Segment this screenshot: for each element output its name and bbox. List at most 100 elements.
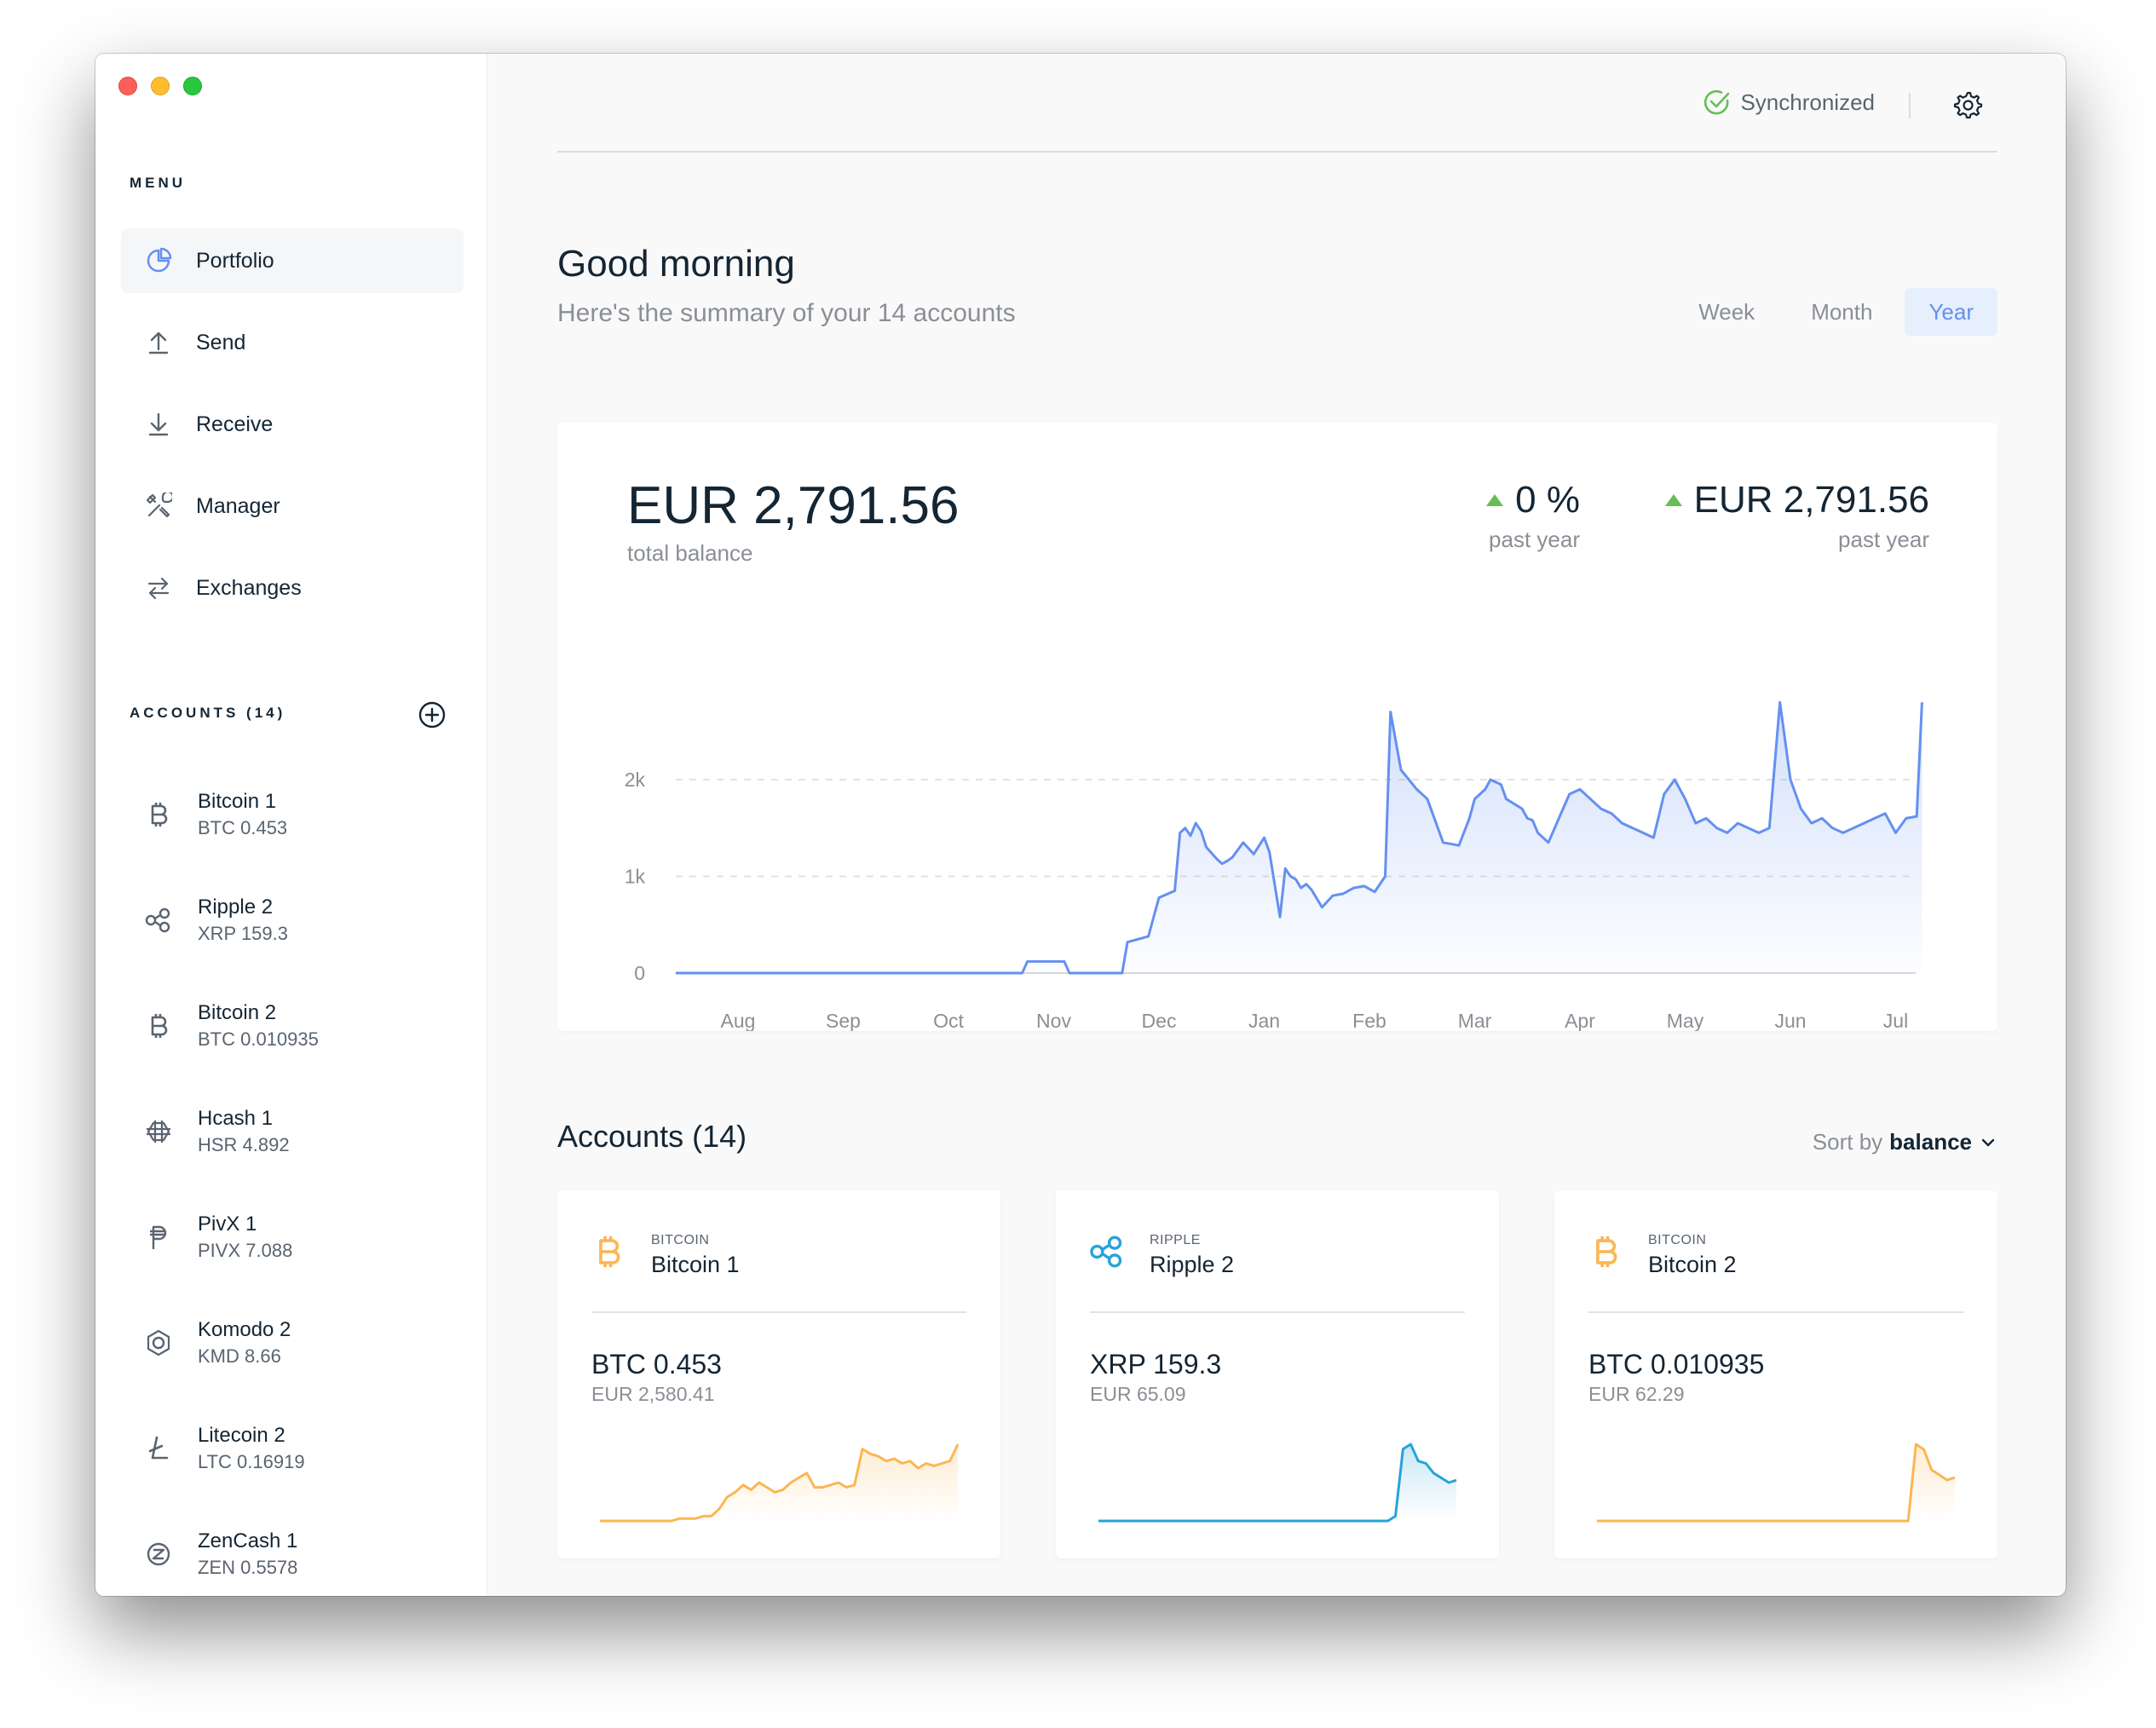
x-tick-label: Apr — [1565, 1010, 1595, 1031]
account-balance: BTC 0.010935 — [1588, 1349, 1765, 1380]
account-name: Bitcoin 2 — [1648, 1252, 1737, 1277]
y-tick-label: 0 — [634, 962, 645, 984]
portfolio-chart-card: 0 1k 2k Aug Sep Oct Nov Dec Jan Feb Mar Apr May Jun Ju… — [557, 423, 1997, 1031]
sparkline-area — [1597, 1444, 1955, 1521]
total-balance: EUR 2,791.56 — [627, 476, 960, 535]
account-name: Ripple 2 — [198, 896, 274, 919]
zencash-icon — [143, 1539, 174, 1570]
zoom-window-button[interactable] — [183, 77, 202, 95]
account-balance: LTC 0.16919 — [198, 1451, 305, 1472]
account-name: Ripple 2 — [1150, 1252, 1235, 1277]
x-tick-label: Feb — [1352, 1010, 1386, 1031]
ripple-icon — [143, 905, 174, 936]
sidebar-item-label: Portfolio — [196, 248, 274, 273]
account-currency: RIPPLE — [1150, 1233, 1201, 1247]
account-card-bitcoin-2[interactable]: BITCOIN Bitcoin 2 BTC 0.010935 EUR 62.29 — [1554, 1190, 1997, 1558]
percent-change-stat: 0 % past year — [1486, 479, 1580, 553]
pie-chart-icon — [143, 245, 174, 276]
range-year-button[interactable]: Year — [1905, 288, 1997, 336]
account-balance: HSR 4.892 — [198, 1134, 290, 1155]
tools-icon — [143, 491, 174, 521]
pivx-icon — [143, 1222, 174, 1253]
settings-button[interactable] — [1951, 89, 1984, 121]
account-balance: ZEN 0.5578 — [198, 1557, 298, 1578]
absolute-change-value: EUR 2,791.56 — [1693, 479, 1929, 521]
account-currency: BITCOIN — [1648, 1233, 1707, 1247]
account-name: Bitcoin 1 — [651, 1252, 740, 1277]
account-name: Komodo 2 — [198, 1318, 291, 1341]
total-balance-label: total balance — [627, 540, 753, 566]
sidebar-item-send[interactable]: Send — [121, 310, 464, 375]
account-balance: KMD 8.66 — [198, 1345, 281, 1367]
sidebar-account-litecoin-2[interactable]: Litecoin 2 LTC 0.16919 — [143, 1422, 305, 1475]
add-account-button[interactable] — [418, 700, 447, 729]
account-balance: XRP 159.3 — [198, 923, 289, 944]
account-name: Litecoin 2 — [198, 1424, 285, 1447]
sidebar-item-manager[interactable]: Manager — [121, 474, 464, 539]
topbar-rule — [557, 151, 1997, 153]
x-tick-label: Oct — [933, 1010, 964, 1031]
absolute-change-stat: EUR 2,791.56 past year — [1664, 479, 1929, 553]
sidebar-account-hcash-1[interactable]: Hcash 1 HSR 4.892 — [143, 1105, 290, 1158]
sidebar-account-bitcoin-1[interactable]: Bitcoin 1 BTC 0.453 — [143, 788, 287, 841]
sidebar-account-pivx-1[interactable]: PivX 1 PIVX 7.088 — [143, 1211, 292, 1264]
account-name: Bitcoin 1 — [198, 790, 277, 813]
sidebar-account-ripple-2[interactable]: Ripple 2 XRP 159.3 — [143, 894, 288, 947]
sidebar-account-komodo-2[interactable]: Komodo 2 KMD 8.66 — [143, 1316, 291, 1369]
account-name: PivX 1 — [198, 1212, 257, 1236]
download-arrow-icon — [143, 409, 174, 440]
x-tick-label: Dec — [1142, 1010, 1177, 1031]
y-tick-label: 2k — [625, 769, 646, 791]
sidebar-item-exchanges[interactable]: Exchanges — [121, 556, 464, 620]
balance-area — [676, 702, 1923, 973]
x-tick-label: Jul — [1883, 1010, 1908, 1031]
sidebar-account-zencash-1[interactable]: ZenCash 1 ZEN 0.5578 — [143, 1528, 297, 1581]
sidebar-item-receive[interactable]: Receive — [121, 392, 464, 457]
sync-status: Synchronized — [1703, 88, 1875, 117]
bitcoin-icon — [143, 799, 174, 830]
account-balance: XRP 159.3 — [1090, 1349, 1222, 1380]
sparkline-line — [1597, 1443, 1956, 1523]
sync-label: Synchronized — [1740, 89, 1875, 115]
sidebar-item-label: Send — [196, 330, 246, 354]
account-balance: BTC 0.453 — [198, 817, 288, 838]
x-tick-label: Aug — [721, 1010, 756, 1031]
up-triangle-icon — [1664, 494, 1682, 506]
gear-icon — [1953, 91, 1983, 119]
bitcoin-icon — [1587, 1233, 1624, 1270]
account-name: Hcash 1 — [198, 1107, 274, 1130]
account-card-ripple-2[interactable]: RIPPLE Ripple 2 XRP 159.3 EUR 65.09 — [1056, 1190, 1499, 1558]
range-week-button[interactable]: Week — [1675, 288, 1778, 336]
absolute-change-label: past year — [1838, 527, 1929, 552]
sort-value: balance — [1889, 1129, 1972, 1155]
account-currency: BITCOIN — [651, 1233, 710, 1247]
sidebar-item-portfolio[interactable]: Portfolio — [121, 228, 464, 293]
komodo-icon — [143, 1328, 174, 1358]
account-name: Bitcoin 2 — [198, 1001, 277, 1024]
up-triangle-icon — [1486, 494, 1504, 506]
x-tick-label: Mar — [1458, 1010, 1492, 1031]
x-tick-label: Nov — [1036, 1010, 1071, 1031]
card-divider — [591, 1311, 966, 1313]
time-range-selector: Week Month Year — [1675, 288, 1997, 336]
menu-heading: MENU — [130, 175, 187, 191]
minimize-window-button[interactable] — [151, 77, 170, 95]
account-card-bitcoin-1[interactable]: BITCOIN Bitcoin 1 BTC 0.453 EUR 2,580.41 — [557, 1190, 1000, 1558]
sidebar: MENU Portfolio Send Receive Manager Exch… — [95, 54, 487, 1596]
account-fiat-value: EUR 62.29 — [1588, 1383, 1685, 1405]
range-month-button[interactable]: Month — [1787, 288, 1896, 336]
hcash-icon — [143, 1116, 174, 1147]
account-balance: BTC 0.010935 — [198, 1028, 319, 1050]
sidebar-item-label: Manager — [196, 493, 280, 518]
close-window-button[interactable] — [118, 77, 137, 95]
account-fiat-value: EUR 65.09 — [1090, 1383, 1186, 1405]
account-balance: BTC 0.453 — [591, 1349, 722, 1380]
account-balance: PIVX 7.088 — [198, 1240, 293, 1261]
card-divider — [1588, 1311, 1963, 1313]
ripple-icon — [1088, 1233, 1126, 1270]
sort-dropdown[interactable]: Sort by balance — [1813, 1129, 1997, 1155]
percent-change-label: past year — [1489, 527, 1580, 552]
account-fiat-value: EUR 2,580.41 — [591, 1383, 715, 1405]
plus-circle-icon — [418, 701, 446, 729]
sidebar-account-bitcoin-2[interactable]: Bitcoin 2 BTC 0.010935 — [143, 999, 319, 1052]
